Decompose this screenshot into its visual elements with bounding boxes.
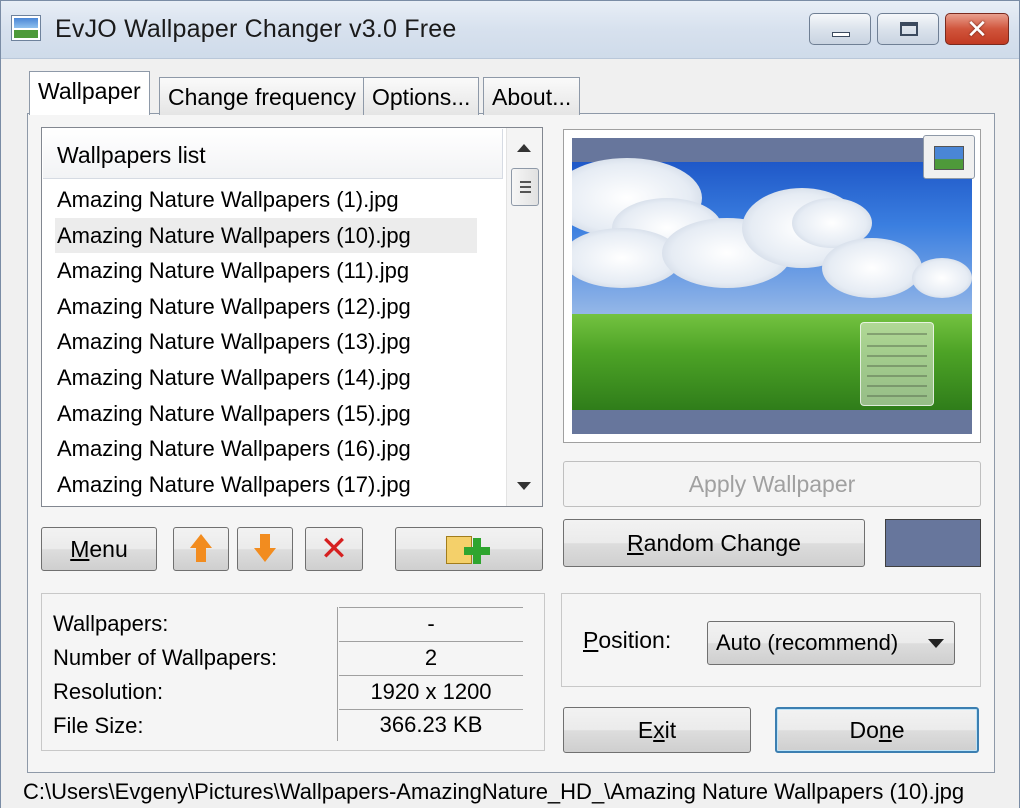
info-value-filesize: 366.23 KB — [339, 709, 523, 743]
done-mnemonic: n — [878, 717, 892, 743]
close-icon: ✕ — [966, 14, 988, 44]
wallpaper-preview-image — [572, 138, 972, 434]
random-change-mnemonic: R — [627, 530, 644, 556]
maximize-button[interactable] — [877, 13, 939, 45]
wallpapers-listbox[interactable]: Wallpapers list Amazing Nature Wallpaper… — [41, 127, 543, 507]
title-bar[interactable]: EvJO Wallpaper Changer v3.0 Free ✕ — [1, 1, 1019, 59]
tab-change-frequency[interactable]: Change frequency — [159, 77, 365, 115]
position-label: Position: — [583, 627, 671, 654]
info-label-resolution: Resolution: — [53, 679, 164, 704]
picture-icon — [934, 146, 964, 170]
app-window: EvJO Wallpaper Changer v3.0 Free ✕ Wallp… — [0, 0, 1020, 808]
exit-label-pre: E — [637, 717, 654, 743]
list-item[interactable]: Amazing Nature Wallpapers (14).jpg — [43, 360, 505, 396]
tab-options[interactable]: Options... — [363, 77, 480, 115]
scroll-thumb[interactable] — [511, 168, 539, 206]
status-bar-path: C:\Users\Evgeny\Pictures\Wallpapers-Amaz… — [1, 777, 1019, 808]
delete-button[interactable]: ✕ — [305, 527, 363, 571]
minimize-button[interactable] — [809, 13, 871, 45]
preview-calendar-widget — [860, 322, 934, 406]
position-selected-value: Auto (recommend) — [716, 630, 899, 655]
position-label-text: osition: — [598, 627, 672, 653]
move-up-button[interactable] — [173, 527, 229, 571]
scroll-down-icon[interactable] — [517, 482, 531, 490]
menu-mnemonic: M — [70, 536, 90, 562]
add-wallpapers-button[interactable] — [395, 527, 543, 571]
done-label-post: e — [891, 717, 905, 743]
position-dropdown[interactable]: Auto (recommend) — [707, 621, 955, 665]
info-value-resolution: 1920 x 1200 — [339, 675, 523, 709]
list-vertical-scrollbar[interactable] — [506, 128, 542, 506]
position-mnemonic: P — [583, 627, 599, 653]
apply-wallpaper-button[interactable]: Apply Wallpaper — [563, 461, 981, 507]
info-label-filesize: File Size: — [53, 713, 144, 738]
move-down-button[interactable] — [237, 527, 293, 571]
scroll-up-icon[interactable] — [517, 144, 531, 152]
delete-icon: ✕ — [319, 530, 349, 568]
info-value-wallpapers: - — [339, 607, 523, 641]
list-item[interactable]: Amazing Nature Wallpapers (1).jpg — [43, 182, 505, 218]
info-label-wallpapers: Wallpapers: — [53, 611, 169, 636]
wallpapers-list-items: Amazing Nature Wallpapers (1).jpg Amazin… — [43, 182, 505, 502]
done-label-pre: Do — [849, 717, 879, 743]
arrow-down-icon — [254, 534, 276, 564]
list-header-label: Wallpapers list — [57, 142, 206, 168]
wallpaper-preview-frame — [563, 129, 981, 443]
menu-label: enu — [89, 536, 128, 562]
random-change-label: andom Change — [643, 530, 801, 556]
exit-label-post: it — [664, 717, 677, 743]
arrow-up-icon — [190, 534, 212, 564]
maximize-icon — [900, 22, 918, 36]
minimize-icon — [832, 32, 850, 37]
exit-mnemonic: x — [653, 717, 665, 743]
window-title: EvJO Wallpaper Changer v3.0 Free — [55, 15, 457, 43]
tab-about[interactable]: About... — [483, 77, 581, 115]
close-button[interactable]: ✕ — [945, 13, 1009, 45]
info-label-number: Number of Wallpapers: — [53, 645, 278, 670]
info-value-number: 2 — [339, 641, 523, 675]
app-icon — [11, 15, 41, 41]
list-item[interactable]: Amazing Nature Wallpapers (12).jpg — [43, 289, 505, 325]
picture-icon-button[interactable] — [923, 135, 975, 179]
list-item[interactable]: Amazing Nature Wallpapers (15).jpg — [43, 396, 505, 432]
list-item[interactable]: Amazing Nature Wallpapers (17).jpg — [43, 467, 505, 503]
list-column-header[interactable]: Wallpapers list — [43, 129, 503, 179]
list-item[interactable]: Amazing Nature Wallpapers (13).jpg — [43, 324, 505, 360]
info-values-divider — [337, 607, 338, 741]
chevron-down-icon — [928, 639, 944, 648]
add-folder-icon — [442, 534, 496, 566]
done-button[interactable]: Done — [775, 707, 979, 753]
list-item-selected[interactable]: Amazing Nature Wallpapers (10).jpg — [55, 217, 477, 254]
list-item[interactable]: Amazing Nature Wallpapers (16).jpg — [43, 431, 505, 467]
random-change-button[interactable]: Random Change — [563, 519, 865, 567]
background-color-swatch[interactable] — [885, 519, 981, 567]
list-item[interactable]: Amazing Nature Wallpapers (11).jpg — [43, 253, 505, 289]
tab-wallpaper[interactable]: Wallpaper — [29, 71, 150, 115]
exit-button[interactable]: Exit — [563, 707, 751, 753]
menu-button[interactable]: Menu — [41, 527, 157, 571]
